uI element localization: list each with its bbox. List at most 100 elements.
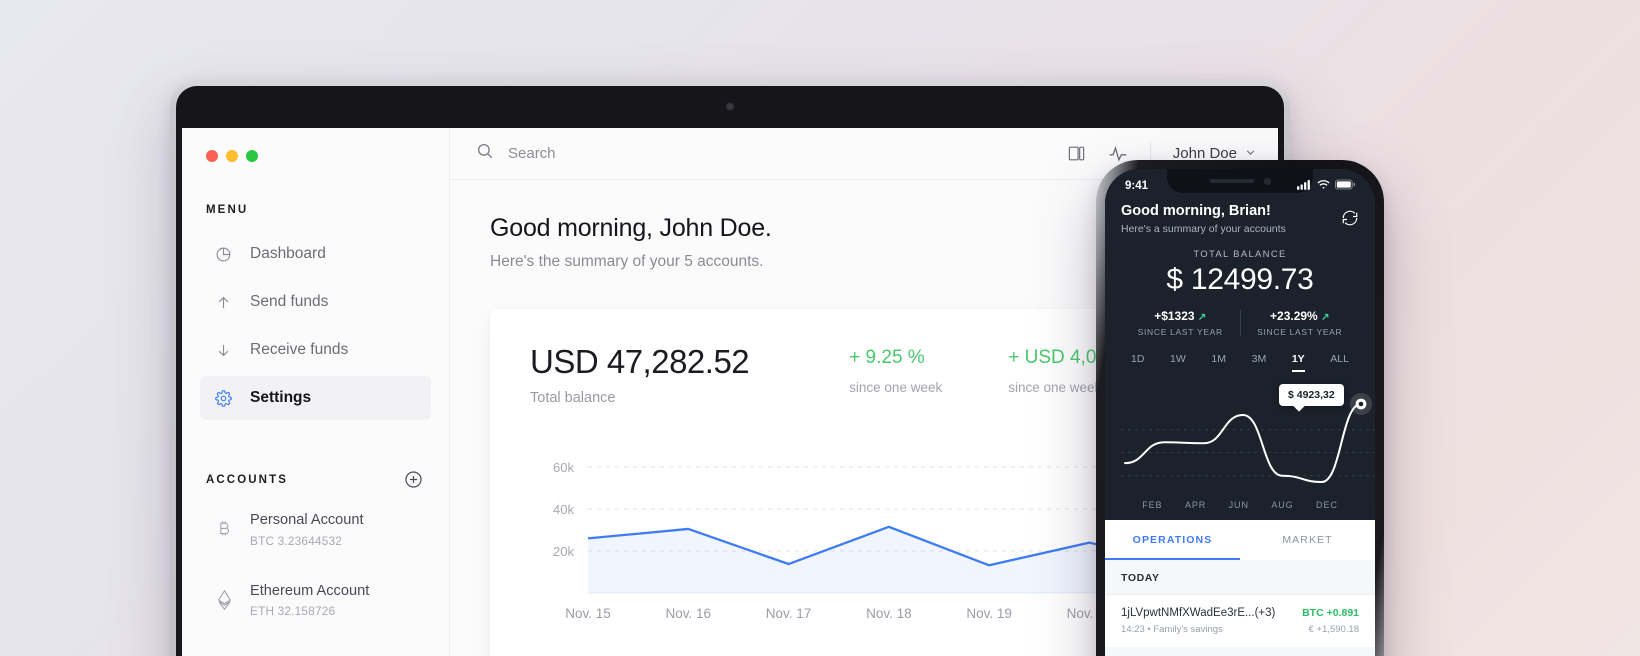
phone-tabs: OPERATIONS MARKET [1105, 520, 1375, 560]
sidebar: MENU Dashboard Send funds Receive funds … [182, 128, 450, 656]
svg-text:Nov. 16: Nov. 16 [666, 606, 712, 621]
phone-greeting: Good morning, Brian! [1121, 203, 1271, 219]
account-name: Personal Account [250, 512, 364, 528]
phone-header-row: Good morning, Brian! Here's a summary of… [1121, 203, 1359, 235]
ethereum-icon [214, 590, 234, 611]
tab-operations[interactable]: OPERATIONS [1105, 520, 1240, 560]
phone-device: 9:41 Good morning, Brian! Here's a summa… [1096, 160, 1384, 656]
arrow-up-icon [214, 293, 232, 311]
plus-circle-icon[interactable] [404, 470, 423, 489]
phone-greeting-block: Good morning, Brian! Here's a summary of… [1121, 203, 1286, 235]
transaction-row[interactable]: 1jLVpwtNMfXWadEe3rE...(+3) 14:23 • Famil… [1105, 594, 1375, 647]
phone-subtitle: Here's a summary of your accounts [1121, 223, 1286, 235]
account-item-ethereum[interactable]: Ethereum Account ETH 32.158726 [200, 570, 431, 631]
phone-chart-months: FEB APR JUN AUG DEC [1121, 494, 1359, 520]
svg-text:Nov. 18: Nov. 18 [866, 606, 912, 621]
phone-range-selector: 1D 1W 1M 3M 1Y ALL [1121, 353, 1359, 372]
search-bar[interactable] [476, 142, 1067, 165]
status-time: 9:41 [1125, 180, 1149, 192]
bitcoin-icon [214, 520, 234, 538]
phone-stat-value: +23.29% ↗ [1241, 309, 1360, 323]
svg-text:40k: 40k [553, 502, 574, 517]
svg-text:60k: 60k [553, 460, 574, 475]
pie-chart-icon [214, 245, 232, 263]
stat-percent-change: + 9.25 % since one week [849, 347, 942, 395]
month-label: DEC [1316, 500, 1338, 510]
phone-stat-label: SINCE LAST YEAR [1257, 327, 1343, 337]
arrow-down-icon [214, 341, 232, 359]
phone-status-bar: 9:41 [1105, 169, 1375, 199]
transaction-amounts: BTC +0.891 € +1,590.18 [1302, 607, 1359, 635]
accounts-section-label: ACCOUNTS [206, 473, 288, 486]
account-name: Ethereum Account [250, 582, 370, 599]
activity-pulse-icon[interactable] [1108, 144, 1128, 164]
phone-dark-section: Good morning, Brian! Here's a summary of… [1105, 199, 1375, 520]
total-balance-block: USD 47,282.52 Total balance [530, 343, 750, 406]
transaction-fiat: € +1,590.18 [1308, 624, 1359, 635]
refresh-icon[interactable] [1341, 203, 1359, 232]
page-title: Good morning, John Doe. [490, 214, 772, 242]
maximize-window-button[interactable] [246, 150, 258, 162]
month-label: FEB [1142, 500, 1163, 510]
transaction-amount: BTC +0.891 [1302, 607, 1359, 619]
devices-icon[interactable] [1067, 144, 1086, 163]
transaction-meta: 14:23 • Family's savings [1121, 624, 1223, 635]
sidebar-item-send-funds[interactable]: Send funds [200, 280, 431, 324]
account-balance: BTC 3.23644532 [250, 533, 342, 548]
phone-stat-label: SINCE LAST YEAR [1137, 327, 1223, 337]
phone-stat-number: +23.29% [1270, 309, 1318, 323]
sidebar-item-receive-funds[interactable]: Receive funds [200, 328, 431, 372]
phone-range-1d[interactable]: 1D [1131, 353, 1144, 372]
phone-balance-chart: $ 4923,32 [1121, 376, 1375, 494]
phone-stats: +$1323 ↗ SINCE LAST YEAR +23.29% ↗ SINCE… [1121, 309, 1359, 337]
wifi-icon [1317, 179, 1330, 193]
stat-value: + 9.25 % [849, 347, 925, 368]
menu-section-label: MENU [206, 204, 249, 216]
phone-stat-number: +$1323 [1154, 309, 1195, 323]
month-label: JUN [1228, 500, 1249, 510]
phone-screen: 9:41 Good morning, Brian! Here's a summa… [1105, 169, 1375, 656]
trend-up-icon: ↗ [1197, 312, 1207, 323]
month-label: AUG [1271, 500, 1294, 510]
transaction-address: 1jLVpwtNMfXWadEe3rE...(+3) [1121, 607, 1276, 619]
transactions-section-label: TODAY [1121, 572, 1160, 584]
phone-range-1m[interactable]: 1M [1211, 353, 1226, 372]
window-traffic-lights [200, 128, 431, 162]
phone-range-all[interactable]: ALL [1330, 353, 1349, 372]
account-balance: ETH 32.158726 [250, 604, 336, 619]
search-input[interactable] [508, 145, 808, 162]
trend-up-icon: ↗ [1321, 312, 1330, 323]
transaction-info: 1jLVpwtNMfXWadEe3rE...(+3) 14:23 • Famil… [1121, 607, 1275, 635]
scene: MENU Dashboard Send funds Receive funds … [0, 0, 1640, 656]
chart-tooltip: $ 4923,32 [1279, 384, 1344, 406]
sidebar-item-settings[interactable]: Settings [200, 376, 431, 420]
sidebar-item-label: Receive funds [250, 341, 349, 358]
tab-market[interactable]: MARKET [1240, 520, 1375, 560]
total-balance-label: Total balance [530, 390, 616, 406]
phone-stat-percent: +23.29% ↗ SINCE LAST YEAR [1241, 309, 1360, 337]
phone-stat-value: +$1323 ↗ [1121, 309, 1240, 323]
total-balance-amount: USD 47,282.52 [530, 343, 750, 380]
phone-range-1y[interactable]: 1Y [1291, 353, 1305, 372]
stat-label: since one week [849, 380, 943, 395]
svg-text:Nov. 17: Nov. 17 [766, 606, 812, 621]
svg-text:Nov. 19: Nov. 19 [966, 606, 1012, 621]
close-window-button[interactable] [206, 150, 218, 162]
page-subtitle: Here's the summary of your 5 accounts. [490, 253, 764, 270]
webcam-icon [725, 102, 735, 111]
minimize-window-button[interactable] [226, 150, 238, 162]
gear-icon [214, 389, 232, 407]
search-icon [476, 142, 494, 165]
accounts-section-header: ACCOUNTS [200, 470, 431, 489]
sidebar-item-dashboard[interactable]: Dashboard [200, 232, 431, 276]
month-label: APR [1184, 500, 1207, 510]
phone-range-1w[interactable]: 1W [1170, 353, 1186, 372]
account-item-personal[interactable]: Personal Account BTC 3.23644532 [200, 499, 431, 560]
sidebar-item-label: Dashboard [250, 245, 326, 262]
phone-stat-absolute: +$1323 ↗ SINCE LAST YEAR [1121, 309, 1240, 337]
phone-light-section: OPERATIONS MARKET TODAY 1jLVpwtNMfXWadEe… [1105, 520, 1375, 656]
phone-total-balance-label: TOTAL BALANCE [1193, 249, 1287, 260]
phone-total-balance-value: $ 12499.73 [1166, 263, 1314, 296]
svg-text:Nov. 15: Nov. 15 [565, 606, 611, 621]
phone-range-3m[interactable]: 3M [1252, 353, 1267, 372]
